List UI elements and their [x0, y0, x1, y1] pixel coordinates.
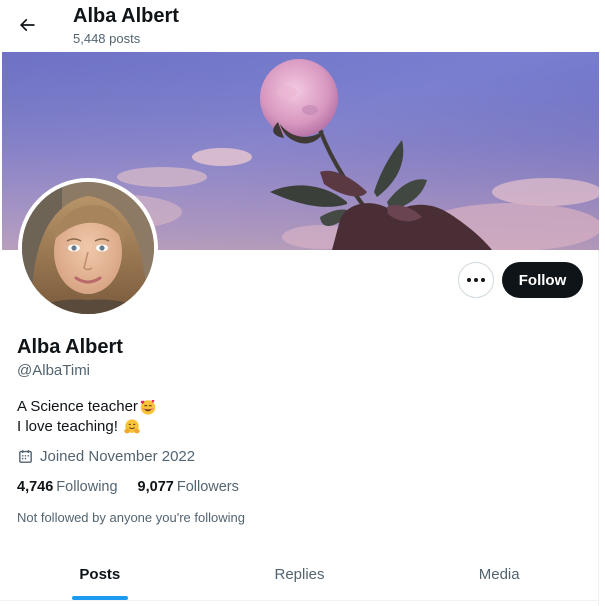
following-link[interactable]: 4,746 Following — [17, 479, 118, 495]
profile-display-name: Alba Albert — [17, 336, 123, 358]
active-tab-indicator — [71, 596, 128, 600]
profile-stats: 4,746 Following 9,077 Followers — [17, 479, 239, 495]
bio-line-2: I love teaching! — [17, 417, 157, 437]
followers-label: Followers — [176, 479, 239, 495]
smiling-face-with-hearts-icon — [139, 398, 157, 416]
profile-header: Alba Albert 5,448 posts — [0, 0, 599, 52]
bio-text-1: A Science teacher — [17, 398, 138, 415]
tab-media-label: Media — [478, 565, 520, 583]
tab-media[interactable]: Media — [399, 548, 599, 600]
back-arrow-icon — [19, 18, 35, 32]
more-options-icon — [467, 278, 485, 282]
more-options-button[interactable] — [458, 262, 494, 298]
hugging-face-icon — [123, 418, 141, 436]
bio-line-1: A Science teacher — [17, 397, 157, 417]
following-count: 4,746 — [17, 479, 54, 495]
following-label: Following — [56, 479, 118, 495]
header-post-count: 5,448 posts — [73, 31, 141, 46]
followers-link[interactable]: 9,077 Followers — [138, 479, 239, 495]
back-button[interactable] — [10, 8, 44, 42]
avatar-image — [22, 182, 154, 314]
profile-bio: A Science teacher I love teaching! — [17, 397, 157, 437]
profile-avatar[interactable] — [18, 178, 158, 318]
follow-button[interactable]: Follow — [502, 262, 583, 298]
profile-page: Alba Albert 5,448 posts Follow Alba Albe… — [0, 0, 599, 606]
header-title: Alba Albert — [73, 5, 179, 27]
tab-replies-label: Replies — [274, 565, 325, 583]
joined-text: Joined November 2022 — [40, 448, 196, 465]
calendar-icon — [19, 450, 32, 463]
profile-joined: Joined November 2022 — [17, 448, 195, 465]
bio-text-2: I love teaching! — [17, 418, 123, 435]
not-followed-note: Not followed by anyone you're following — [17, 510, 245, 525]
profile-tabs: Posts Replies Media — [0, 548, 599, 601]
profile-handle: @AlbaTimi — [17, 362, 91, 379]
tab-posts[interactable]: Posts — [0, 548, 200, 600]
tab-replies[interactable]: Replies — [200, 548, 400, 600]
followers-count: 9,077 — [137, 479, 174, 495]
tab-posts-label: Posts — [79, 565, 121, 583]
